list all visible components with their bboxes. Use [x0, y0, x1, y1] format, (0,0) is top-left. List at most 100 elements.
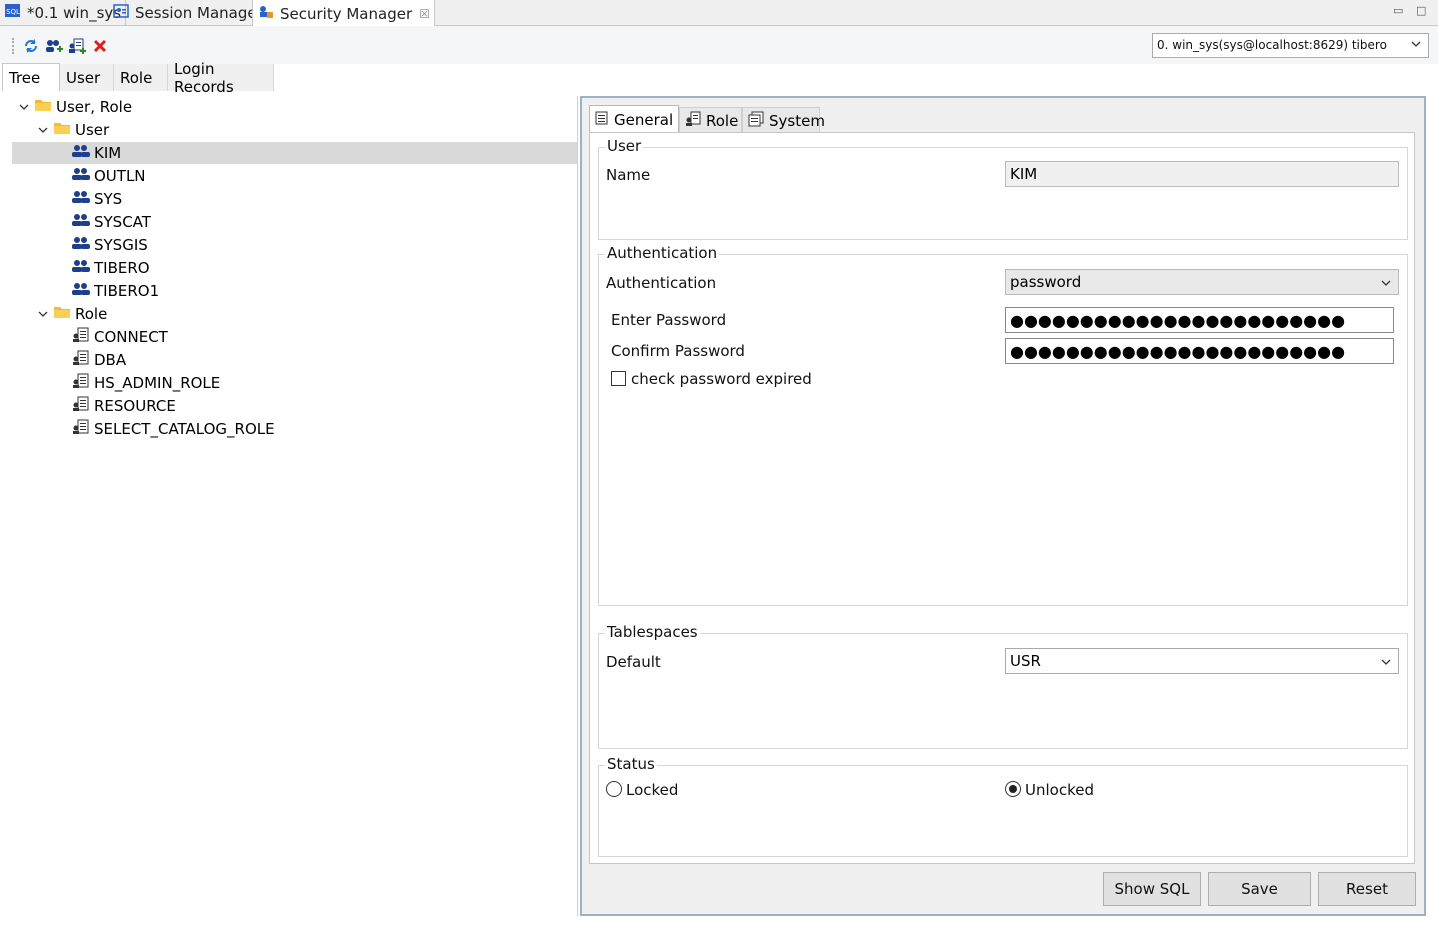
name-value: KIM — [1010, 165, 1038, 183]
tab-label: *0.1 win_sys — [27, 4, 122, 22]
toolbar-grip — [12, 38, 14, 54]
tree-node-label: User, Role — [56, 98, 133, 116]
user-icon — [72, 213, 90, 231]
confirm-password-label: Confirm Password — [611, 342, 745, 360]
system-icon — [748, 111, 764, 131]
tree-node-user[interactable]: SYSGIS — [72, 234, 148, 256]
tree-node-user[interactable]: SYS — [72, 188, 122, 210]
chevron-down-icon[interactable] — [37, 308, 49, 320]
default-tablespace-value: USR — [1010, 652, 1041, 670]
tree-node-user[interactable]: TIBERO1 — [72, 280, 159, 302]
tree-node-root[interactable]: User, Role — [18, 96, 132, 118]
user-icon — [72, 259, 90, 277]
unlocked-radio[interactable] — [1005, 781, 1021, 797]
add-role-button[interactable] — [68, 37, 86, 55]
enter-password-field[interactable]: ●●●●●●●●●●●●●●●●●●●●●●●● — [1005, 307, 1394, 333]
user-icon — [72, 282, 90, 300]
name-label: Name — [606, 166, 651, 184]
tab-login-records[interactable]: Login Records — [168, 60, 274, 96]
tree-panel: User, Role User KIM OUTLN SYS SYSCAT SYS… — [12, 96, 578, 916]
default-tablespace-label: Default — [606, 653, 661, 671]
tree-node-role[interactable]: CONNECT — [72, 326, 168, 348]
refresh-button[interactable] — [22, 37, 40, 55]
authentication-select[interactable]: password — [1005, 269, 1399, 295]
group-title: User — [605, 137, 644, 155]
tree-node-user[interactable]: OUTLN — [72, 165, 146, 187]
add-user-button[interactable] — [45, 37, 63, 55]
tree-node-user[interactable]: TIBERO — [72, 257, 150, 279]
tree-node-user-folder[interactable]: User — [37, 119, 109, 141]
minimize-icon[interactable]: ▭ — [1393, 4, 1403, 17]
chevron-down-icon[interactable] — [18, 101, 30, 113]
role-icon — [72, 373, 90, 393]
tab-session-manager[interactable]: Session Manager — [108, 0, 268, 26]
tab-general[interactable]: General — [589, 105, 679, 134]
tab-label: Security Manager — [280, 4, 413, 23]
tab-label: Session Manager — [135, 4, 263, 22]
role-icon — [685, 111, 701, 131]
tree-node-label: SELECT_CATALOG_ROLE — [94, 420, 275, 438]
tab-label: Tree — [9, 68, 41, 87]
locked-radio[interactable] — [606, 781, 622, 797]
group-title: Authentication — [605, 244, 720, 262]
tree-node-label: TIBERO — [94, 259, 150, 277]
tab-tree[interactable]: Tree — [2, 63, 60, 91]
tree-node-user[interactable]: KIM — [12, 142, 577, 164]
delete-icon — [93, 39, 107, 53]
default-tablespace-select[interactable]: USR — [1005, 648, 1399, 674]
confirm-password-field[interactable]: ●●●●●●●●●●●●●●●●●●●●●●●● — [1005, 338, 1394, 364]
add-user-icon — [46, 40, 63, 52]
svg-text:SQL: SQL — [6, 8, 20, 16]
password-expired-checkbox[interactable] — [611, 371, 626, 386]
button-label: Save — [1241, 880, 1278, 898]
tree-node-label: SYSGIS — [94, 236, 148, 254]
role-icon — [72, 327, 90, 347]
tab-system[interactable]: System — [742, 107, 825, 133]
tab-label: General — [614, 111, 674, 129]
enter-password-label: Enter Password — [611, 311, 727, 329]
connection-value: 0. win_sys(sys@localhost:8629) tibero — [1157, 38, 1387, 52]
tree-node-role[interactable]: SELECT_CATALOG_ROLE — [72, 418, 275, 440]
security-icon — [257, 3, 275, 25]
refresh-icon — [25, 39, 37, 53]
show-sql-button[interactable]: Show SQL — [1103, 872, 1201, 906]
locked-label: Locked — [626, 781, 679, 799]
session-icon — [112, 2, 130, 24]
user-icon — [72, 190, 90, 208]
tab-user[interactable]: User — [60, 64, 114, 91]
tree-node-label: SYS — [94, 190, 123, 208]
status-group: Status — [598, 755, 1408, 857]
button-label: Show SQL — [1114, 880, 1190, 898]
tree-node-label: Role — [75, 305, 108, 323]
tree-node-role-folder[interactable]: Role — [37, 303, 107, 325]
add-role-icon — [69, 38, 86, 54]
save-button[interactable]: Save — [1208, 872, 1311, 906]
delete-button[interactable] — [91, 37, 109, 55]
authentication-value: password — [1010, 273, 1082, 291]
password-mask: ●●●●●●●●●●●●●●●●●●●●●●●● — [1010, 341, 1346, 361]
name-field[interactable]: KIM — [1005, 161, 1399, 187]
button-label: Reset — [1346, 880, 1388, 898]
tree-node-role[interactable]: RESOURCE — [72, 395, 176, 417]
chevron-down-icon — [1380, 654, 1392, 672]
maximize-icon[interactable]: □ — [1416, 4, 1426, 17]
connection-select[interactable]: 0. win_sys(sys@localhost:8629) tibero — [1152, 33, 1429, 58]
editor-tab-bar: SQL *0.1 win_sys Session Manager Securit… — [0, 0, 1438, 27]
tree-node-label: CONNECT — [94, 328, 168, 346]
tree-node-role[interactable]: HS_ADMIN_ROLE — [72, 372, 220, 394]
password-expired-label: check password expired — [631, 370, 812, 388]
chevron-down-icon — [1380, 275, 1392, 293]
tab-label: Role — [120, 68, 153, 87]
chevron-down-icon[interactable] — [37, 124, 49, 136]
reset-button[interactable]: Reset — [1318, 872, 1416, 906]
tree-node-user[interactable]: SYSCAT — [72, 211, 151, 233]
tree-node-label: DBA — [94, 351, 127, 369]
tab-security-manager[interactable]: Security Manager ☒ — [252, 0, 435, 27]
tree-node-label: HS_ADMIN_ROLE — [94, 374, 221, 392]
tab-label: User — [66, 68, 101, 87]
user-icon — [72, 236, 90, 254]
close-icon[interactable]: ☒ — [419, 7, 430, 21]
tab-role[interactable]: Role — [679, 107, 742, 133]
tree-node-role[interactable]: DBA — [72, 349, 126, 371]
tab-role[interactable]: Role — [114, 64, 168, 91]
